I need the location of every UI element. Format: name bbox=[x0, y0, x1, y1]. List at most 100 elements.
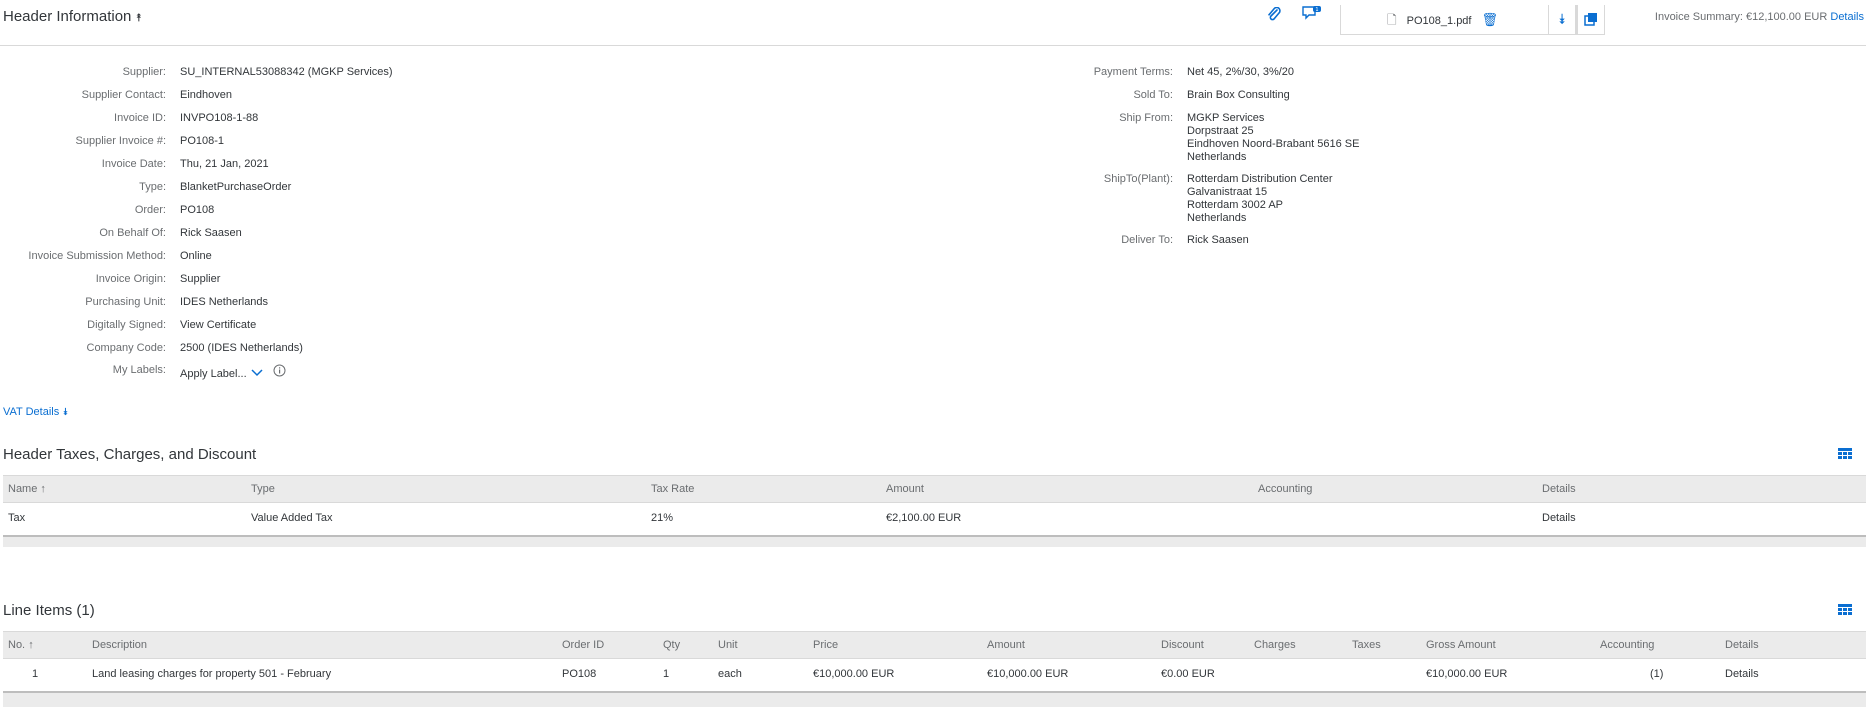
column-header-description[interactable]: Description bbox=[92, 639, 147, 651]
payment-terms-label: Payment Terms: bbox=[1093, 66, 1173, 78]
ship-from-line: Eindhoven Noord-Brabant 5616 SE bbox=[1187, 138, 1360, 150]
vat-details-text: VAT Details bbox=[3, 406, 60, 418]
ship-to-address: Rotterdam Distribution Center Galvanistr… bbox=[1187, 173, 1333, 225]
field-value-link[interactable]: IDES Netherlands bbox=[180, 296, 268, 309]
line-price: €10,000.00 EUR bbox=[813, 668, 895, 680]
line-accounting-link[interactable]: (1) bbox=[1650, 668, 1663, 680]
line-amount: €10,000.00 EUR bbox=[987, 668, 1069, 680]
header-title-text: Header Information bbox=[3, 8, 132, 25]
line-order-id-link[interactable]: PO108 bbox=[562, 668, 596, 680]
line-details-link[interactable]: Details bbox=[1725, 668, 1759, 680]
field-value-link[interactable]: 2500 (IDES Netherlands) bbox=[180, 342, 303, 355]
column-header-price[interactable]: Price bbox=[813, 639, 838, 651]
field-value-text: Rick Saasen bbox=[180, 227, 242, 239]
column-header-details[interactable]: Details bbox=[1725, 639, 1759, 651]
column-header-no[interactable]: No. ↑ bbox=[8, 639, 34, 651]
line-qty: 1 bbox=[663, 668, 670, 680]
header-information-title[interactable]: Header Information ⯭ bbox=[3, 8, 142, 25]
column-header-accounting[interactable]: Accounting bbox=[1258, 483, 1312, 495]
double-chevron-down-icon: ⯯ bbox=[62, 407, 69, 418]
attachment-filename[interactable]: PO108_1.pdf bbox=[1407, 15, 1472, 27]
table-row[interactable]: 1 Land leasing charges for property 501 … bbox=[3, 659, 1866, 691]
sort-ascending-icon: ↑ bbox=[28, 639, 34, 651]
field-value-text: PO108 bbox=[180, 204, 215, 216]
taxes-table-footer bbox=[3, 535, 1866, 547]
field-label: Purchasing Unit: bbox=[85, 296, 166, 308]
trash-icon[interactable]: 🗑 bbox=[1482, 12, 1499, 27]
field-value: BlanketPurchaseOrder bbox=[180, 181, 291, 194]
field-value-text: View Certificate bbox=[180, 319, 257, 331]
attachment-file[interactable]: 🗋 PO108_1.pdf 🗑 bbox=[1387, 11, 1498, 32]
table-settings-icon[interactable] bbox=[1838, 447, 1852, 463]
column-header-order-id[interactable]: Order ID bbox=[562, 639, 604, 651]
sold-to-link[interactable]: Brain Box Consulting bbox=[1187, 89, 1290, 102]
deliver-to-value: Rick Saasen bbox=[1187, 234, 1249, 246]
column-header-amount[interactable]: Amount bbox=[886, 483, 924, 495]
taxes-section-title: Header Taxes, Charges, and Discount bbox=[3, 446, 257, 463]
sold-to-label: Sold To: bbox=[1133, 89, 1173, 101]
line-unit-link[interactable]: each bbox=[718, 668, 742, 680]
tax-rate: 21% bbox=[651, 512, 674, 524]
column-header-qty[interactable]: Qty bbox=[663, 639, 680, 651]
column-header-type[interactable]: Type bbox=[251, 483, 275, 495]
field-label: Invoice ID: bbox=[114, 112, 166, 124]
field-value: PO108-1 bbox=[180, 135, 224, 148]
field-value-text: BlanketPurchaseOrder bbox=[180, 181, 292, 193]
expand-down-button[interactable]: ⯯ bbox=[1548, 5, 1576, 35]
tax-name: Tax bbox=[8, 512, 26, 524]
taxes-table-header: Name ↑ Type Tax Rate Amount Accounting D… bbox=[3, 475, 1866, 503]
line-gross-amount: €10,000.00 EUR bbox=[1426, 668, 1508, 680]
double-chevron-up-icon[interactable]: ⯭ bbox=[135, 12, 142, 24]
field-value-link[interactable]: SU_INTERNAL53088342 (MGKP Services) bbox=[180, 66, 393, 79]
attachment-box: 🗋 PO108_1.pdf 🗑 bbox=[1340, 5, 1577, 35]
copy-button[interactable] bbox=[1577, 5, 1605, 35]
column-header-name[interactable]: Name ↑ bbox=[8, 483, 46, 495]
comments-icon[interactable]: 1 bbox=[1301, 5, 1323, 27]
field-value: Online bbox=[180, 250, 212, 263]
header-divider bbox=[0, 45, 1866, 46]
info-icon[interactable] bbox=[273, 364, 286, 380]
invoice-summary: Invoice Summary: €12,100.00 EUR Details bbox=[1655, 11, 1864, 23]
table-settings-icon[interactable] bbox=[1838, 603, 1852, 619]
column-header-discount[interactable]: Discount bbox=[1161, 639, 1204, 651]
ship-to-line: Galvanistraat 15 bbox=[1187, 186, 1268, 198]
invoice-details-link[interactable]: Details bbox=[1830, 11, 1864, 23]
field-value-link[interactable]: PO108 bbox=[180, 204, 214, 217]
ship-from-address: MGKP Services Dorpstraat 25 Eindhoven No… bbox=[1187, 112, 1359, 164]
double-chevron-down-icon: ⯯ bbox=[1557, 11, 1567, 27]
column-header-charges[interactable]: Charges bbox=[1254, 639, 1296, 651]
field-value-link[interactable]: Rick Saasen bbox=[180, 227, 242, 240]
ship-to-line: Rotterdam Distribution Center bbox=[1187, 173, 1333, 185]
field-label: Supplier: bbox=[122, 66, 166, 78]
field-value-link[interactable]: Apply Label... bbox=[180, 364, 286, 381]
column-header-details[interactable]: Details bbox=[1542, 483, 1576, 495]
column-header-taxes[interactable]: Taxes bbox=[1352, 639, 1381, 651]
vat-details-link[interactable]: VAT Details ⯯ bbox=[3, 406, 68, 418]
column-header-tax-rate[interactable]: Tax Rate bbox=[651, 483, 694, 495]
field-value-link[interactable]: View Certificate bbox=[180, 319, 256, 332]
ship-from-line: MGKP Services bbox=[1187, 112, 1265, 124]
field-label: My Labels: bbox=[112, 364, 166, 376]
field-label: Invoice Date: bbox=[101, 158, 166, 170]
column-header-unit[interactable]: Unit bbox=[718, 639, 738, 651]
column-header-amount[interactable]: Amount bbox=[987, 639, 1025, 651]
field-value-text: Thu, 21 Jan, 2021 bbox=[180, 158, 269, 170]
line-no: 1 bbox=[32, 668, 39, 680]
tax-type: Value Added Tax bbox=[251, 512, 333, 524]
ship-from-line: Dorpstraat 25 bbox=[1187, 125, 1254, 137]
field-label: On Behalf Of: bbox=[99, 227, 166, 239]
field-value-text: SU_INTERNAL53088342 (MGKP Services) bbox=[180, 66, 393, 78]
copy-icon bbox=[1584, 13, 1597, 26]
payment-terms-link[interactable]: Net 45, 2%/30, 3%/20 bbox=[1187, 66, 1294, 79]
ship-to-label: ShipTo(Plant): bbox=[1103, 173, 1173, 185]
field-value-link[interactable]: Eindhoven bbox=[180, 89, 232, 102]
column-header-accounting[interactable]: Accounting bbox=[1600, 639, 1654, 651]
field-value-text: Online bbox=[180, 250, 212, 262]
tax-details-link[interactable]: Details bbox=[1542, 512, 1576, 524]
chevron-down-icon[interactable] bbox=[251, 368, 263, 380]
tax-amount: €2,100.00 EUR bbox=[886, 512, 962, 524]
paperclip-icon[interactable] bbox=[1266, 6, 1282, 27]
field-value: Supplier bbox=[180, 273, 220, 286]
field-value: Thu, 21 Jan, 2021 bbox=[180, 158, 269, 171]
column-header-gross-amount[interactable]: Gross Amount bbox=[1426, 639, 1496, 651]
